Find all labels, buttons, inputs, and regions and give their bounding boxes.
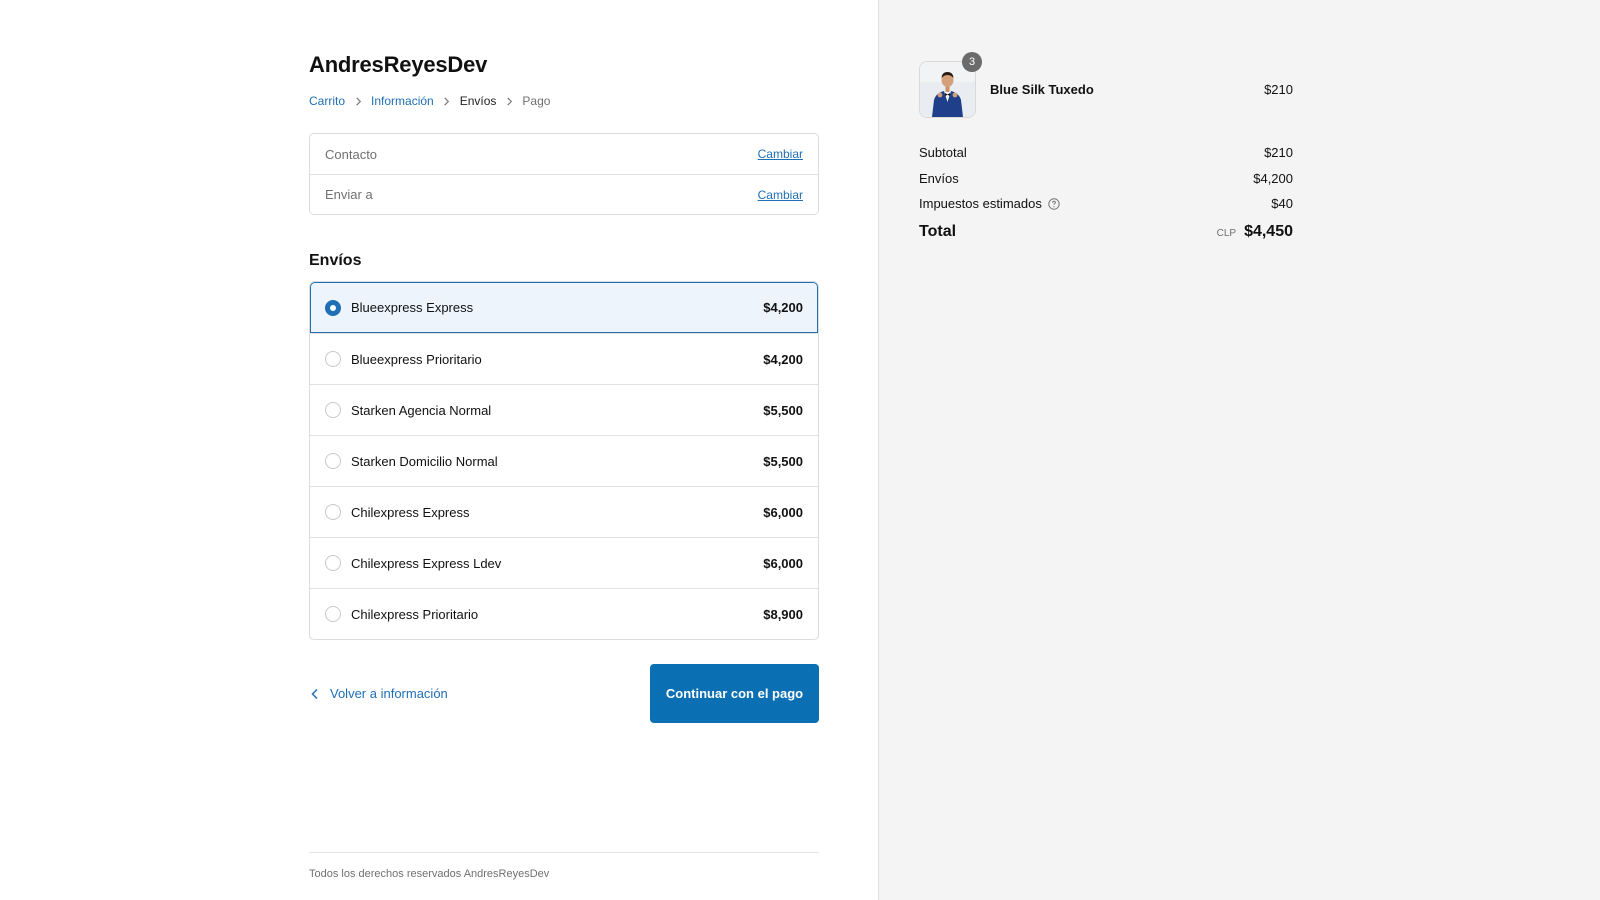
order-summary: 3 Blue Silk Tuxedo $210 Subtotal $210 En… (878, 0, 1600, 900)
product-name: Blue Silk Tuxedo (990, 81, 1094, 97)
shipto-label: Enviar a (325, 187, 373, 202)
shipping-option-name: Starken Domicilio Normal (351, 453, 498, 469)
contact-label: Contacto (325, 146, 378, 162)
total-row: Total CLP $4,450 (919, 218, 1293, 246)
breadcrumb-cart[interactable]: Carrito (309, 94, 345, 108)
taxes-label: Impuestos estimados (919, 196, 1042, 212)
change-contact-link[interactable]: Cambiar (758, 147, 803, 161)
shipping-option-name: Chilexpress Express Ldev (351, 555, 502, 571)
product-thumbnail: 3 (919, 51, 982, 118)
taxes-label-group: Impuestos estimados (919, 196, 1060, 211)
radio-selected[interactable] (325, 299, 341, 316)
radio[interactable] (325, 555, 341, 571)
back-link-label: Volver a información (330, 686, 448, 701)
review-shipto-row: Enviar a Cambiar (310, 174, 818, 214)
chevron-right-icon (345, 93, 371, 109)
shipping-option-price: $5,500 (763, 453, 803, 469)
shipping-row: Envíos $4,200 (919, 166, 1293, 192)
shipping-label: Envíos (919, 170, 959, 186)
shipping-option-price: $6,000 (763, 504, 803, 520)
chevron-left-icon (311, 688, 318, 699)
shipping-option-name: Chilexpress Prioritario (351, 606, 479, 622)
radio[interactable] (325, 504, 341, 520)
shipping-option[interactable]: Chilexpress Express $6,000 (310, 486, 818, 537)
step-actions: Volver a información Continuar con el pa… (309, 664, 819, 723)
quantity-badge: 3 (962, 51, 982, 72)
taxes-value: $40 (1271, 196, 1293, 212)
shipping-option[interactable]: Blueexpress Prioritario $4,200 (310, 333, 818, 384)
shipping-option[interactable]: Chilexpress Prioritario $8,900 (310, 588, 818, 639)
continue-to-payment-button[interactable]: Continuar con el pago (650, 664, 819, 723)
order-summary-content: 3 Blue Silk Tuxedo $210 Subtotal $210 En… (919, 51, 1293, 246)
footer-text: Todos los derechos reservados AndresReye… (309, 868, 550, 880)
shipping-option-name: Blueexpress Express (351, 300, 474, 315)
shipping-option-price: $4,200 (763, 300, 803, 315)
radio[interactable] (325, 606, 341, 622)
change-shipto-link[interactable]: Cambiar (758, 188, 803, 202)
total-value: $4,450 (1244, 222, 1293, 240)
breadcrumb: Carrito Información Envíos Pago (309, 93, 819, 109)
shipping-option-price: $6,000 (763, 555, 803, 571)
chevron-right-icon (434, 93, 460, 109)
footer: Todos los derechos reservados AndresReye… (309, 852, 819, 880)
breadcrumb-payment: Pago (522, 94, 551, 108)
shipping-value: $4,200 (1253, 170, 1293, 186)
shipping-option-name: Chilexpress Express (351, 504, 470, 520)
shipping-option-price: $4,200 (763, 351, 803, 367)
shipping-option-name: Blueexpress Prioritario (351, 351, 482, 367)
shipping-options: Blueexpress Express $4,200 Blueexpress P… (309, 281, 819, 640)
radio[interactable] (325, 402, 341, 418)
subtotal-value: $210 (1264, 145, 1293, 161)
shipping-option-price: $5,500 (763, 402, 803, 418)
help-icon[interactable] (1048, 198, 1060, 210)
subtotal-label: Subtotal (919, 145, 967, 161)
chevron-right-icon (496, 93, 522, 109)
shipping-section-title: Envíos (309, 252, 362, 269)
review-box: Contacto Cambiar Enviar a Cambiar (309, 133, 819, 215)
radio[interactable] (325, 351, 341, 367)
subtotal-row: Subtotal $210 (919, 140, 1293, 166)
shipping-option[interactable]: Chilexpress Express Ldev $6,000 (310, 537, 818, 588)
shipping-option-name: Starken Agencia Normal (351, 402, 492, 418)
shipping-option[interactable]: Starken Domicilio Normal $5,500 (310, 435, 818, 486)
shipping-option-price: $8,900 (763, 606, 803, 622)
currency-code: CLP (1216, 227, 1237, 239)
breadcrumb-shipping: Envíos (459, 94, 497, 108)
store-title[interactable]: AndresReyesDev (309, 50, 819, 80)
breadcrumb-information[interactable]: Información (371, 94, 434, 108)
radio[interactable] (325, 453, 341, 469)
review-contact-row: Contacto Cambiar (310, 134, 818, 174)
taxes-row: Impuestos estimados $40 (919, 191, 1293, 217)
total-value-group: CLP $4,450 (1217, 223, 1293, 241)
shipping-option[interactable]: Blueexpress Express $4,200 (310, 282, 818, 333)
shipping-option[interactable]: Starken Agencia Normal $5,500 (310, 384, 818, 435)
product-price: $210 (1264, 81, 1293, 97)
checkout-content: AndresReyesDev Carrito Información Envío… (309, 50, 819, 723)
total-label: Total (919, 222, 957, 240)
product-line: 3 Blue Silk Tuxedo $210 (919, 51, 1293, 118)
checkout-main: AndresReyesDev Carrito Información Envío… (0, 0, 878, 900)
back-to-information-link[interactable]: Volver a información (309, 686, 448, 701)
totals: Subtotal $210 Envíos $4,200 Impuestos es… (919, 140, 1293, 246)
checkout-page: AndresReyesDev Carrito Información Envío… (0, 0, 1600, 900)
